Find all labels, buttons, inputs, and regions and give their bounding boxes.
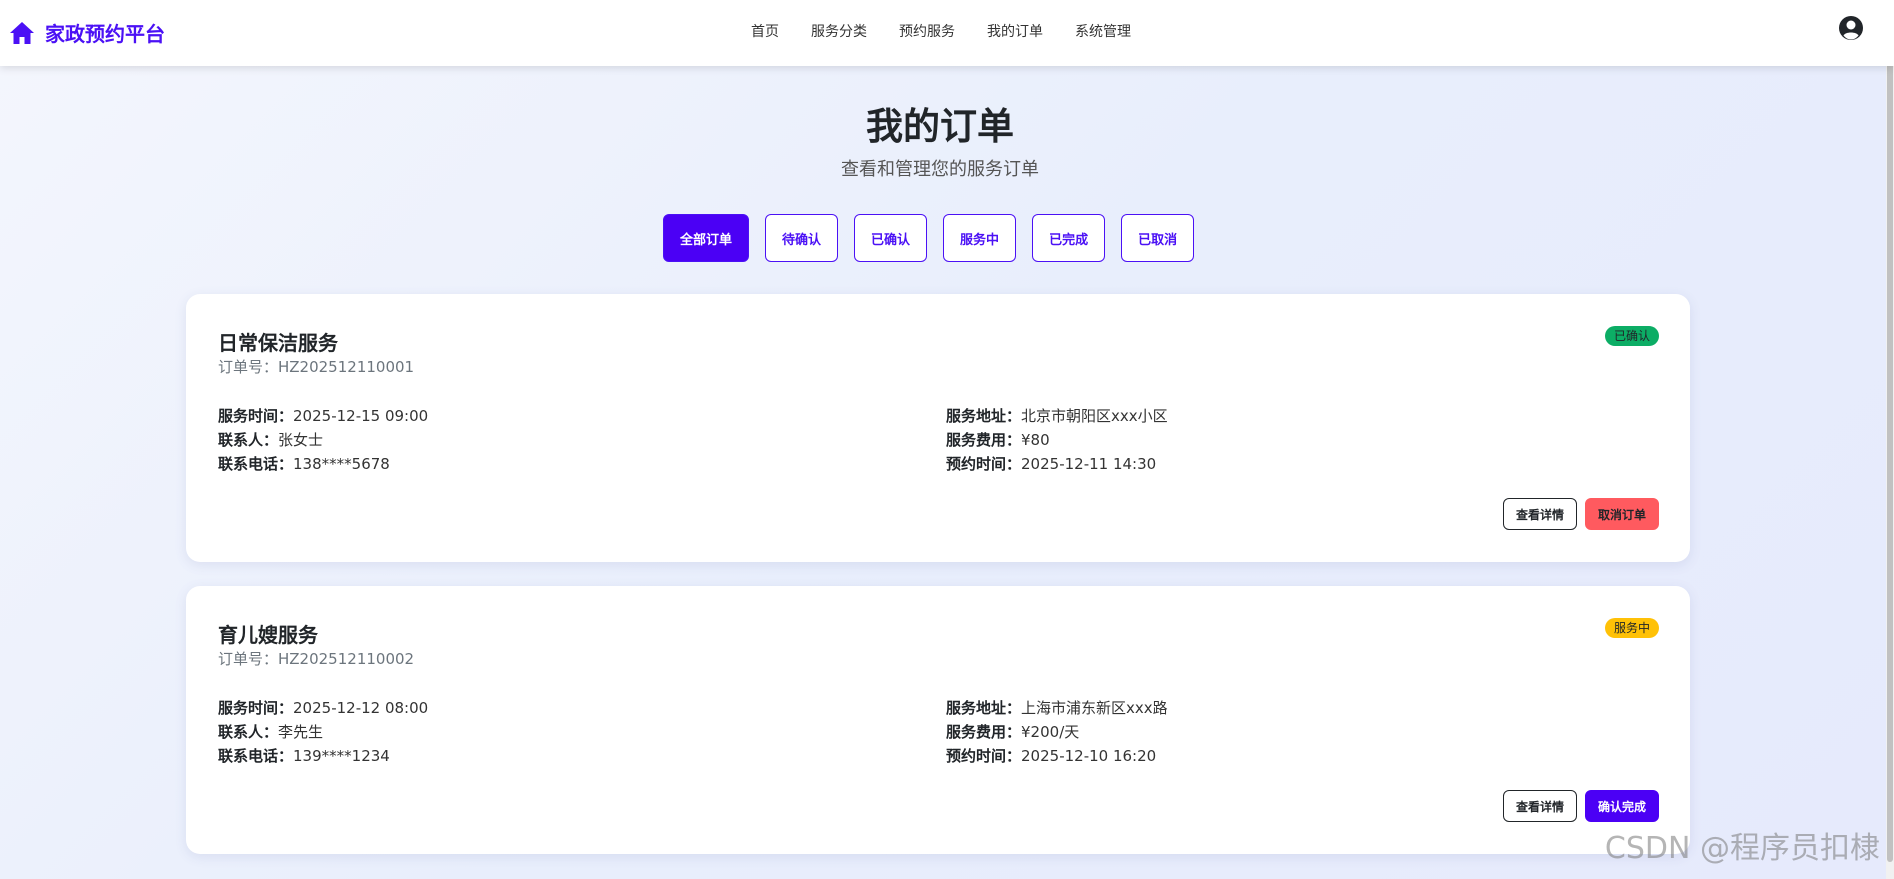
order-filter-tabs: 全部订单 待确认 已确认 服务中 已完成 已取消 — [663, 214, 1195, 262]
order-info-left: 服务时间：2025-12-12 08:00 联系人：李先生 联系电话：139**… — [218, 696, 428, 768]
booked-time-label: 预约时间： — [946, 455, 1022, 473]
fee-label: 服务费用： — [946, 431, 1022, 449]
service-time-value: 2025-12-15 09:00 — [293, 407, 429, 425]
order-info-right: 服务地址：北京市朝阳区xxx小区 服务费用：¥80 预约时间：2025-12-1… — [946, 404, 1168, 476]
address-value: 北京市朝阳区xxx小区 — [1021, 407, 1168, 425]
view-details-button[interactable]: 查看详情 — [1502, 498, 1577, 530]
page-subtitle: 查看和管理您的服务订单 — [841, 159, 1039, 180]
phone-value: 139****1234 — [293, 747, 390, 765]
nav-item-admin[interactable]: 系统管理 — [1059, 22, 1147, 42]
user-circle-icon[interactable] — [1838, 15, 1864, 41]
order-actions: 查看详情 确认完成 — [1502, 790, 1659, 822]
status-badge: 已确认 — [1604, 326, 1659, 346]
fee-value: ¥200/天 — [1021, 723, 1080, 741]
nav-item-home[interactable]: 首页 — [735, 22, 795, 42]
nav-item-categories[interactable]: 服务分类 — [795, 22, 883, 42]
watermark: CSDN @程序员扣棣 — [1604, 831, 1880, 866]
contact-value: 李先生 — [278, 723, 324, 741]
brand-name: 家政预约平台 — [45, 22, 165, 46]
filter-confirmed[interactable]: 已确认 — [854, 214, 928, 262]
top-navbar: 家政预约平台 首页 服务分类 预约服务 我的订单 系统管理 — [0, 0, 1894, 66]
order-info-right: 服务地址：上海市浦东新区xxx路 服务费用：¥200/天 预约时间：2025-1… — [946, 696, 1168, 768]
scrollbar-thumb[interactable] — [1887, 2, 1893, 862]
page-scrollbar[interactable] — [1886, 0, 1894, 879]
nav-menu: 首页 服务分类 预约服务 我的订单 系统管理 — [735, 22, 1147, 42]
booked-time-value: 2025-12-11 14:30 — [1021, 455, 1157, 473]
filter-all-orders[interactable]: 全部订单 — [663, 214, 750, 262]
order-info-left: 服务时间：2025-12-15 09:00 联系人：张女士 联系电话：138**… — [218, 404, 428, 476]
fee-value: ¥80 — [1021, 431, 1050, 449]
order-number: 订单号：HZ202512110001 — [218, 358, 415, 376]
contact-label: 联系人： — [218, 723, 279, 741]
phone-label: 联系电话： — [218, 747, 294, 765]
booked-time-value: 2025-12-10 16:20 — [1021, 747, 1157, 765]
confirm-complete-button[interactable]: 确认完成 — [1584, 790, 1659, 822]
page-title: 我的订单 — [866, 105, 1014, 148]
phone-value: 138****5678 — [293, 455, 390, 473]
service-name: 日常保洁服务 — [218, 331, 338, 355]
service-name: 育儿嫂服务 — [218, 623, 318, 647]
address-label: 服务地址： — [946, 699, 1022, 717]
nav-item-my-orders[interactable]: 我的订单 — [971, 22, 1059, 42]
contact-label: 联系人： — [218, 431, 279, 449]
filter-pending[interactable]: 待确认 — [765, 214, 839, 262]
nav-item-booking[interactable]: 预约服务 — [883, 22, 971, 42]
filter-cancelled[interactable]: 已取消 — [1121, 214, 1195, 262]
order-card: 日常保洁服务 订单号：HZ202512110001 已确认 服务时间：2025-… — [186, 294, 1690, 562]
order-actions: 查看详情 取消订单 — [1502, 498, 1659, 530]
contact-value: 张女士 — [278, 431, 324, 449]
address-label: 服务地址： — [946, 407, 1022, 425]
filter-in-service[interactable]: 服务中 — [943, 214, 1017, 262]
order-number: 订单号：HZ202512110002 — [218, 650, 415, 668]
service-time-label: 服务时间： — [218, 699, 294, 717]
status-badge: 服务中 — [1604, 618, 1659, 638]
view-details-button[interactable]: 查看详情 — [1502, 790, 1577, 822]
service-time-label: 服务时间： — [218, 407, 294, 425]
filter-completed[interactable]: 已完成 — [1032, 214, 1106, 262]
booked-time-label: 预约时间： — [946, 747, 1022, 765]
phone-label: 联系电话： — [218, 455, 294, 473]
fee-label: 服务费用： — [946, 723, 1022, 741]
order-card: 育儿嫂服务 订单号：HZ202512110002 服务中 服务时间：2025-1… — [186, 586, 1690, 854]
brand-link[interactable]: 家政预约平台 — [9, 18, 165, 47]
cancel-order-button[interactable]: 取消订单 — [1584, 498, 1659, 530]
address-value: 上海市浦东新区xxx路 — [1021, 699, 1168, 717]
service-time-value: 2025-12-12 08:00 — [293, 699, 429, 717]
home-icon — [9, 21, 35, 45]
